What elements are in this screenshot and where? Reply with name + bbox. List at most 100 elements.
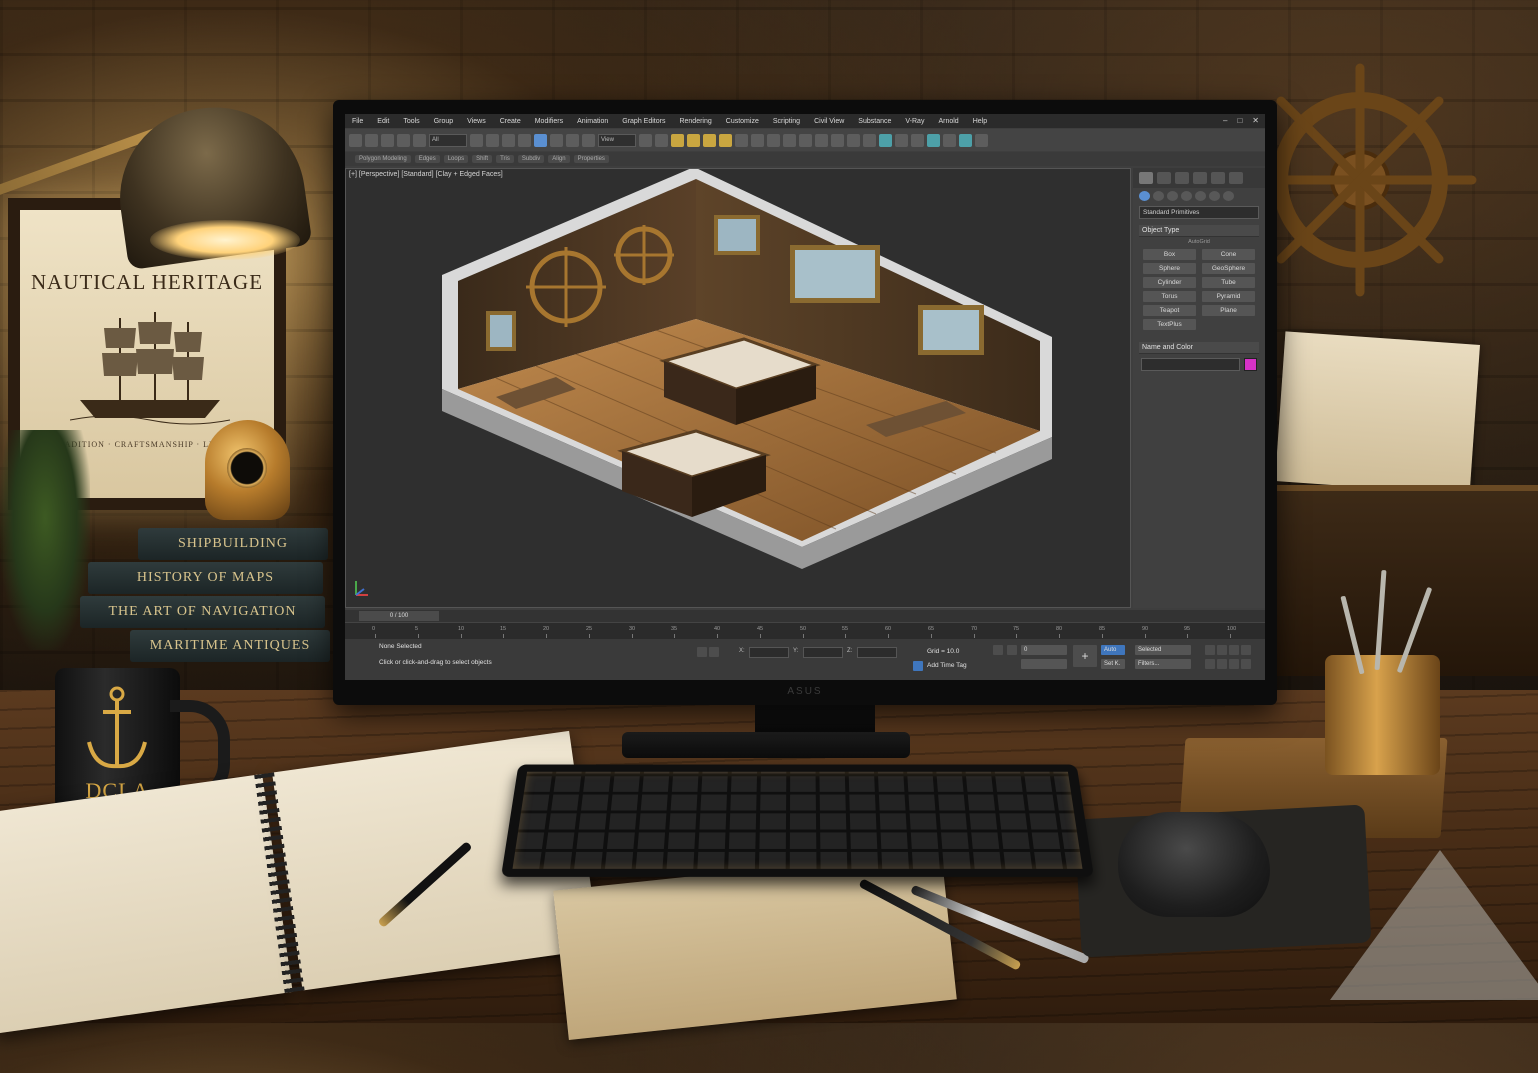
menu-rendering[interactable]: Rendering	[672, 118, 718, 125]
key-filters-button[interactable]: Filters...	[1135, 659, 1191, 669]
zoom-icon[interactable]	[1205, 659, 1215, 669]
next-frame-icon[interactable]	[1241, 645, 1251, 655]
cylinder-button[interactable]: Cylinder	[1143, 277, 1196, 288]
create-tab-icon[interactable]	[1139, 172, 1153, 184]
previous-frame-icon[interactable]	[1217, 645, 1227, 655]
percent-snap-icon[interactable]	[703, 133, 716, 147]
auto-key-button[interactable]: Auto	[1101, 645, 1125, 655]
ribbon-properties[interactable]: Properties	[573, 155, 609, 163]
maximize-viewport-icon[interactable]: +	[1073, 645, 1097, 667]
menu-vray[interactable]: V-Ray	[898, 118, 931, 125]
menu-group[interactable]: Group	[427, 118, 460, 125]
close-button[interactable]: ✕	[1252, 116, 1259, 125]
lock-selection-icon[interactable]	[697, 647, 707, 657]
menu-file[interactable]: File	[345, 118, 370, 125]
menu-graph-editors[interactable]: Graph Editors	[615, 118, 672, 125]
plane-button[interactable]: Plane	[1202, 305, 1255, 316]
key-mode-dropdown[interactable]: Selected	[1135, 645, 1191, 655]
placement-icon[interactable]	[582, 133, 595, 147]
cameras-icon[interactable]	[1181, 191, 1192, 201]
mechanical-keyboard[interactable]	[500, 764, 1095, 877]
link-icon[interactable]	[381, 133, 394, 147]
tube-button[interactable]: Tube	[1202, 277, 1255, 288]
menu-arnold[interactable]: Arnold	[931, 118, 965, 125]
rectangle-selection-icon[interactable]	[502, 133, 515, 147]
go-to-start-icon[interactable]	[1205, 645, 1215, 655]
nautical-room-3d-model[interactable]	[346, 169, 1132, 609]
render-in-cloud-icon[interactable]	[959, 133, 972, 147]
motion-tab-icon[interactable]	[1193, 172, 1207, 184]
pan-icon[interactable]	[1229, 659, 1239, 669]
ribbon-align[interactable]: Align	[548, 155, 570, 163]
textplus-button[interactable]: TextPlus	[1143, 319, 1196, 330]
add-time-tag[interactable]: Add Time Tag	[927, 662, 967, 669]
menu-customize[interactable]: Customize	[719, 118, 766, 125]
toggle-scene-explorer-icon[interactable]	[799, 133, 812, 147]
object-name-field[interactable]	[1141, 358, 1240, 371]
menu-scripting[interactable]: Scripting	[766, 118, 807, 125]
computer-mouse[interactable]	[1118, 812, 1270, 917]
set-key-button[interactable]: Set K.	[1101, 659, 1125, 669]
selection-filter-dropdown[interactable]: All	[429, 133, 467, 147]
ribbon-tris[interactable]: Tris	[496, 155, 514, 163]
space-warps-icon[interactable]	[1209, 191, 1220, 201]
pyramid-button[interactable]: Pyramid	[1202, 291, 1255, 302]
box-button[interactable]: Box	[1143, 249, 1196, 260]
x-coordinate-field[interactable]	[749, 647, 789, 658]
ribbon-subdiv[interactable]: Subdiv	[517, 155, 545, 163]
snaps-toggle-icon[interactable]	[671, 133, 684, 147]
window-crossing-icon[interactable]	[518, 133, 531, 147]
menu-animation[interactable]: Animation	[570, 118, 615, 125]
menu-tools[interactable]: Tools	[396, 118, 426, 125]
orbit-icon[interactable]	[1217, 659, 1227, 669]
schematic-view-icon[interactable]	[863, 133, 876, 147]
track-bar[interactable]: 0 5 10 15 20 25 30 35 40 45 50 55 60 65 70 75 80 85 90 95 10…	[345, 622, 1265, 639]
key-time-field[interactable]	[1021, 659, 1067, 669]
material-editor-icon[interactable]	[879, 133, 892, 147]
rendered-frame-window-icon[interactable]	[911, 133, 924, 147]
display-tab-icon[interactable]	[1211, 172, 1225, 184]
key-mode-field[interactable]: 0	[1021, 645, 1067, 655]
render-setup-icon[interactable]	[895, 133, 908, 147]
lights-icon[interactable]	[1167, 191, 1178, 201]
ribbon-edges[interactable]: Edges	[414, 155, 440, 163]
render-iterative-icon[interactable]	[943, 133, 956, 147]
helpers-icon[interactable]	[1195, 191, 1206, 201]
keyboard-keys[interactable]	[512, 771, 1083, 869]
angle-snap-icon[interactable]	[687, 133, 700, 147]
utilities-tab-icon[interactable]	[1229, 172, 1243, 184]
a360-gallery-icon[interactable]	[975, 133, 988, 147]
field-of-view-icon[interactable]	[1241, 659, 1251, 669]
select-by-name-icon[interactable]	[486, 133, 499, 147]
minimize-button[interactable]: –	[1223, 116, 1227, 125]
reference-coordinate-dropdown[interactable]: View	[598, 133, 636, 147]
object-color-swatch[interactable]	[1244, 358, 1257, 371]
shapes-icon[interactable]	[1153, 191, 1164, 201]
torus-button[interactable]: Torus	[1143, 291, 1196, 302]
menu-edit[interactable]: Edit	[370, 118, 396, 125]
menu-create[interactable]: Create	[493, 118, 528, 125]
time-tag-icon[interactable]	[913, 661, 923, 671]
undo-icon[interactable]	[349, 133, 362, 147]
rotate-icon[interactable]	[550, 133, 563, 147]
menu-help[interactable]: Help	[966, 118, 994, 125]
menu-modifiers[interactable]: Modifiers	[528, 118, 570, 125]
time-slider[interactable]: 0 / 100	[359, 611, 439, 621]
redo-icon[interactable]	[365, 133, 378, 147]
curve-editor-icon[interactable]	[847, 133, 860, 147]
menu-views[interactable]: Views	[460, 118, 493, 125]
named-selection-sets-icon[interactable]	[751, 133, 764, 147]
set-key-icon[interactable]	[993, 645, 1003, 655]
name-and-color-rollout[interactable]: Name and Color	[1139, 342, 1259, 354]
pivot-center-icon[interactable]	[639, 133, 652, 147]
ribbon-shift[interactable]: Shift	[472, 155, 493, 163]
ribbon-polygon-modeling[interactable]: Polygon Modeling	[355, 155, 411, 163]
mirror-icon[interactable]	[767, 133, 780, 147]
toggle-ribbon-icon[interactable]	[831, 133, 844, 147]
unlink-icon[interactable]	[397, 133, 410, 147]
render-production-icon[interactable]	[927, 133, 940, 147]
move-icon[interactable]	[534, 133, 547, 147]
menu-civil-view[interactable]: Civil View	[807, 118, 851, 125]
align-icon[interactable]	[783, 133, 796, 147]
ribbon-loops[interactable]: Loops	[443, 155, 469, 163]
